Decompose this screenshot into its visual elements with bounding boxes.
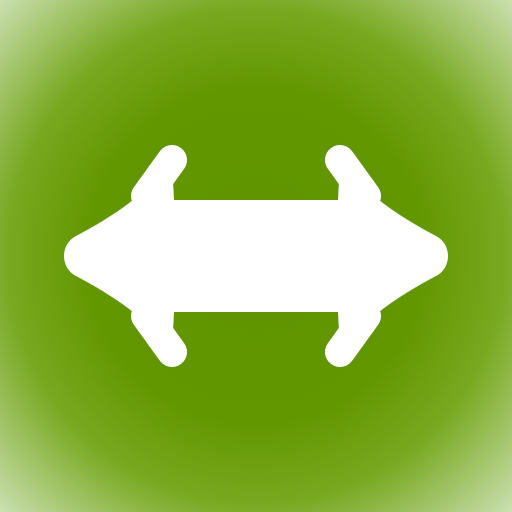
right-barb-top [325,145,381,211]
left-barb-top [131,145,187,211]
double-arrow-icon [64,145,448,367]
arrow-shaft [148,200,364,312]
right-barb-bottom [325,301,381,367]
left-barb-bottom [131,301,187,367]
app-icon[interactable] [0,0,512,512]
